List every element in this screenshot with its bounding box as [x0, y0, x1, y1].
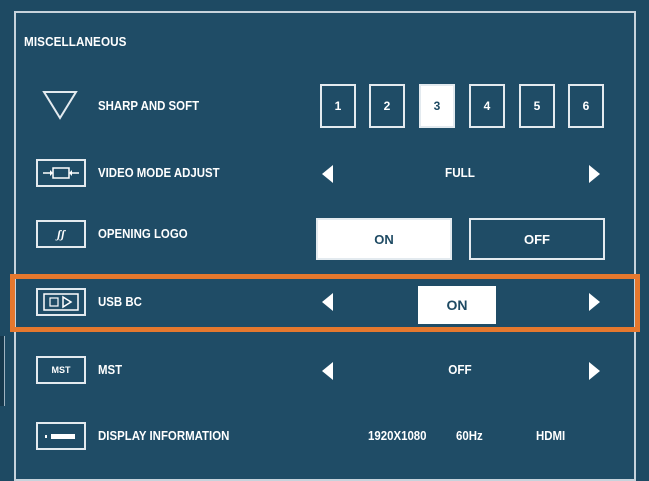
mst-next-arrow-icon[interactable] — [589, 362, 600, 380]
video-mode-icon — [36, 159, 86, 187]
row-video-mode-adjust[interactable]: VIDEO MODE ADJUST FULL — [0, 151, 649, 195]
mst-value: OFF — [448, 362, 472, 377]
opening-logo-label: OPENING LOGO — [98, 226, 188, 241]
mst-prev-arrow-icon[interactable] — [322, 362, 333, 380]
sharpness-option-5[interactable]: 5 — [519, 84, 555, 128]
logo-icon: ʃʃ — [36, 220, 86, 248]
mst-icon: MST — [36, 356, 86, 384]
row-opening-logo: ʃʃ OPENING LOGO ON OFF — [0, 212, 649, 260]
video-mode-next-arrow-icon[interactable] — [589, 165, 600, 183]
display-info-label: DISPLAY INFORMATION — [98, 428, 230, 443]
display-info-input: HDMI — [536, 428, 566, 443]
sharpness-option-4[interactable]: 4 — [469, 84, 505, 128]
sharp-and-soft-label: SHARP AND SOFT — [98, 98, 200, 113]
display-info-refresh: 60Hz — [456, 428, 483, 443]
display-info-icon — [36, 422, 86, 450]
sharpness-option-3[interactable]: 3 — [419, 84, 455, 128]
sharpness-option-1[interactable]: 1 — [320, 84, 356, 128]
video-mode-prev-arrow-icon[interactable] — [322, 165, 333, 183]
triangle-down-icon — [42, 90, 78, 120]
row-mst[interactable]: MST MST OFF — [0, 348, 649, 392]
opening-logo-off-button[interactable]: OFF — [469, 218, 605, 260]
selection-highlight — [10, 274, 640, 332]
opening-logo-on-button[interactable]: ON — [316, 218, 452, 260]
sharpness-option-2[interactable]: 2 — [369, 84, 405, 128]
display-info-resolution: 1920X1080 — [368, 428, 427, 443]
sharpness-option-6[interactable]: 6 — [568, 84, 604, 128]
section-title: MISCELLANEOUS — [24, 34, 127, 49]
mst-label: MST — [98, 362, 123, 377]
video-mode-label: VIDEO MODE ADJUST — [98, 165, 220, 180]
row-display-information: DISPLAY INFORMATION 1920X1080 60Hz HDMI — [0, 414, 649, 458]
video-mode-value: FULL — [445, 165, 475, 180]
